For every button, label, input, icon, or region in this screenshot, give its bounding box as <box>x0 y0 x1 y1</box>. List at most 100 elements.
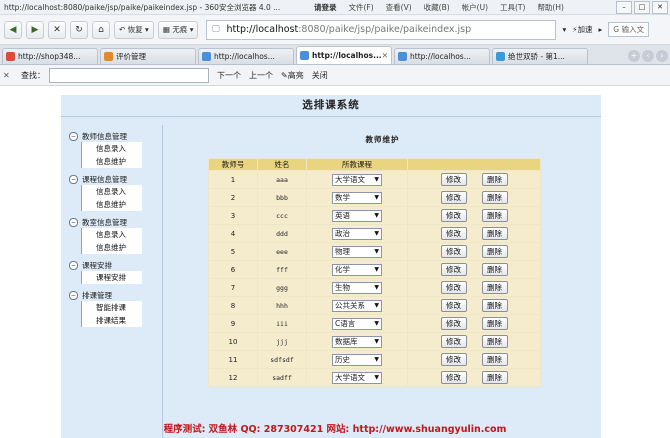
delete-button[interactable]: 删除 <box>481 353 508 366</box>
sidebar-item[interactable]: 信息录入 <box>81 228 142 241</box>
find-input[interactable] <box>49 67 209 83</box>
sidebar-group-header[interactable]: − 教室信息管理 <box>69 216 159 228</box>
browser-tab[interactable]: 评价管理 <box>100 48 196 64</box>
collapse-icon[interactable]: − <box>69 290 78 300</box>
browser-tab[interactable]: http://shop348... <box>2 48 98 64</box>
sidebar-item[interactable]: 信息录入 <box>81 185 142 198</box>
edit-button[interactable]: 修改 <box>440 281 467 294</box>
delete-button[interactable]: 删除 <box>481 263 508 276</box>
delete-button[interactable]: 删除 <box>481 281 508 294</box>
sidebar-item[interactable]: 信息录入 <box>81 142 142 155</box>
collapse-icon[interactable]: − <box>69 174 78 184</box>
course-select[interactable]: 物理 ▼ <box>332 245 382 258</box>
course-select[interactable]: 公共关系 ▼ <box>332 299 382 312</box>
sidebar-group: − 教室信息管理 信息录入 信息维护 <box>69 216 159 254</box>
search-box[interactable]: G 输入文 <box>608 22 649 37</box>
restore-button[interactable]: ↶ 恢复 ▾ <box>114 20 154 39</box>
sidebar-item[interactable]: 信息维护 <box>81 155 142 168</box>
back-icon[interactable]: ◀ <box>4 20 22 39</box>
sidebar-item[interactable]: 课程安排 <box>81 271 142 284</box>
sidebar-item[interactable]: 信息维护 <box>81 241 142 254</box>
menu-item[interactable]: 查看(V) <box>386 3 412 12</box>
course-select[interactable]: 数据库 ▼ <box>332 335 382 348</box>
tab-prev-icon[interactable]: ‹ <box>642 50 654 62</box>
course-select[interactable]: 大学语文 ▼ <box>332 371 382 384</box>
course-select[interactable]: 政治 ▼ <box>332 227 382 240</box>
tab-add-icon[interactable]: + <box>628 50 640 62</box>
edit-button[interactable]: 修改 <box>440 353 467 366</box>
delete-button[interactable]: 删除 <box>481 299 508 312</box>
maximize-icon[interactable]: □ <box>634 1 650 14</box>
edit-button[interactable]: 修改 <box>440 227 467 240</box>
browser-tab[interactable]: http://localhos... <box>198 48 294 64</box>
delete-button[interactable]: 删除 <box>481 317 508 330</box>
collapse-icon[interactable]: − <box>69 217 78 227</box>
dropdown-icon[interactable]: ▾ <box>562 25 566 34</box>
sidebar-group-header[interactable]: − 教师信息管理 <box>69 130 159 142</box>
edit-button[interactable]: 修改 <box>440 317 467 330</box>
collapse-icon[interactable]: − <box>69 260 78 270</box>
edit-button[interactable]: 修改 <box>440 173 467 186</box>
sidebar-group-header[interactable]: − 排课管理 <box>69 289 159 301</box>
delete-button[interactable]: 删除 <box>481 371 508 384</box>
delete-button[interactable]: 删除 <box>481 173 508 186</box>
sidebar-group-header[interactable]: − 课程安排 <box>69 259 159 271</box>
nohack-button[interactable]: ▦ 无痕 ▾ <box>157 20 199 39</box>
speedup-button[interactable]: ⚡加速 <box>572 24 592 35</box>
browser-tab[interactable]: 绝世双骄 - 第1... <box>492 48 588 64</box>
menu-item[interactable]: 帐户(U) <box>462 3 488 12</box>
delete-button[interactable]: 删除 <box>481 191 508 204</box>
browser-tab[interactable]: http://localhos... <box>394 48 490 64</box>
find-next-button[interactable]: 下一个 <box>217 70 241 81</box>
course-select[interactable]: 大学语文 ▼ <box>332 173 382 186</box>
stop-icon[interactable]: ✕ <box>48 20 66 39</box>
delete-button[interactable]: 删除 <box>481 227 508 240</box>
menu-item[interactable]: 帮助(H) <box>537 3 564 12</box>
course-select[interactable]: 化学 ▼ <box>332 263 382 276</box>
sidebar-item[interactable]: 智能排课 <box>81 301 142 314</box>
course-select[interactable]: 历史 ▼ <box>332 353 382 366</box>
home-icon[interactable]: ⌂ <box>92 20 110 39</box>
course-select[interactable]: 数学 ▼ <box>332 191 382 204</box>
edit-button[interactable]: 修改 <box>440 191 467 204</box>
menu-item[interactable]: 文件(F) <box>349 3 374 12</box>
find-prev-button[interactable]: 上一个 <box>249 70 273 81</box>
tab-next-icon[interactable]: › <box>656 50 668 62</box>
edit-button[interactable]: 修改 <box>440 299 467 312</box>
tab-label: http://shop348... <box>18 52 81 61</box>
edit-button[interactable]: 修改 <box>440 263 467 276</box>
browser-tab[interactable]: http://localhos... ✕ <box>296 46 392 64</box>
teacher-id-cell: 3 <box>209 207 257 224</box>
address-bar[interactable]: ▢ http://localhost:8080/paike/jsp/paike/… <box>206 19 557 40</box>
highlight-button[interactable]: ✎高亮 <box>281 70 304 81</box>
sidebar-item[interactable]: 排课结果 <box>81 314 142 327</box>
table-row: 2 bbb 数学 ▼ 修改 删除 <box>209 189 540 206</box>
sidebar-group-header[interactable]: − 课程信息管理 <box>69 173 159 185</box>
edit-button[interactable]: 修改 <box>440 371 467 384</box>
course-select[interactable]: 生物 ▼ <box>332 281 382 294</box>
main-panel: 教师维护 教师号 姓名 所教课程 1 aaa 大学语文 ▼ 修改 删除 2 bbb 数学 ▼ 修改删… <box>162 125 602 438</box>
find-close-button[interactable]: 关闭 <box>312 70 328 81</box>
footer-credit: 程序测试: 双鱼林 QQ: 287307421 网站: http://www.s… <box>163 424 507 435</box>
go-icon[interactable]: ▸ <box>599 25 603 34</box>
edit-button[interactable]: 修改 <box>440 245 467 258</box>
forward-icon[interactable]: ▶ <box>26 20 44 39</box>
menu-item[interactable]: 工具(T) <box>500 3 525 12</box>
close-findbar-icon[interactable]: ✕ <box>3 71 13 80</box>
login-link[interactable]: 请登录 <box>314 2 337 13</box>
delete-button[interactable]: 删除 <box>481 335 508 348</box>
minimize-icon[interactable]: – <box>616 1 632 14</box>
delete-button[interactable]: 删除 <box>481 209 508 222</box>
close-window-icon[interactable]: ✕ <box>652 1 668 14</box>
collapse-icon[interactable]: − <box>69 131 78 141</box>
delete-button[interactable]: 删除 <box>481 245 508 258</box>
sidebar-item[interactable]: 信息维护 <box>81 198 142 211</box>
course-select[interactable]: C语言 ▼ <box>332 317 382 330</box>
edit-button[interactable]: 修改 <box>440 209 467 222</box>
course-select[interactable]: 英语 ▼ <box>332 209 382 222</box>
menu-item[interactable]: 收藏(B) <box>424 3 450 12</box>
tab-close-icon[interactable]: ✕ <box>382 51 388 60</box>
edit-button[interactable]: 修改 <box>440 335 467 348</box>
teacher-id-cell: 9 <box>209 315 257 332</box>
refresh-icon[interactable]: ↻ <box>70 20 88 39</box>
